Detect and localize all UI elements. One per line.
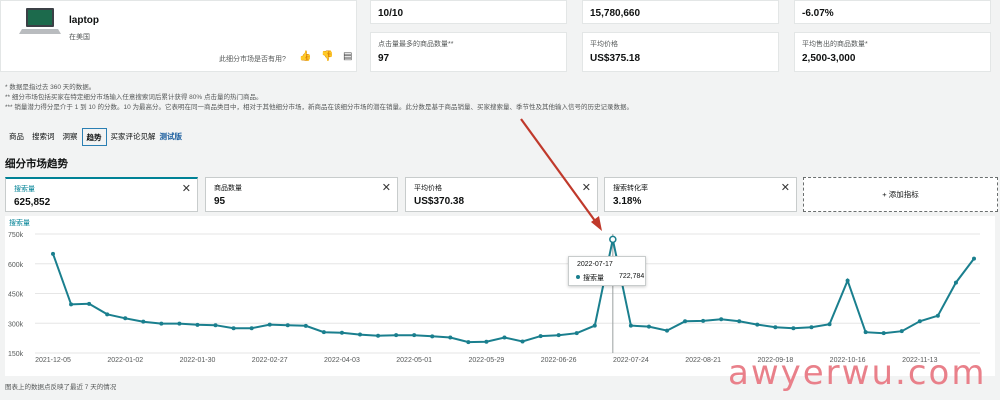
chart-footnote: 图表上的数据点反映了最近 7 天的情况 bbox=[5, 384, 117, 391]
watermark: awyerwu.com bbox=[728, 353, 987, 393]
annotation-arrow-icon bbox=[520, 118, 602, 231]
